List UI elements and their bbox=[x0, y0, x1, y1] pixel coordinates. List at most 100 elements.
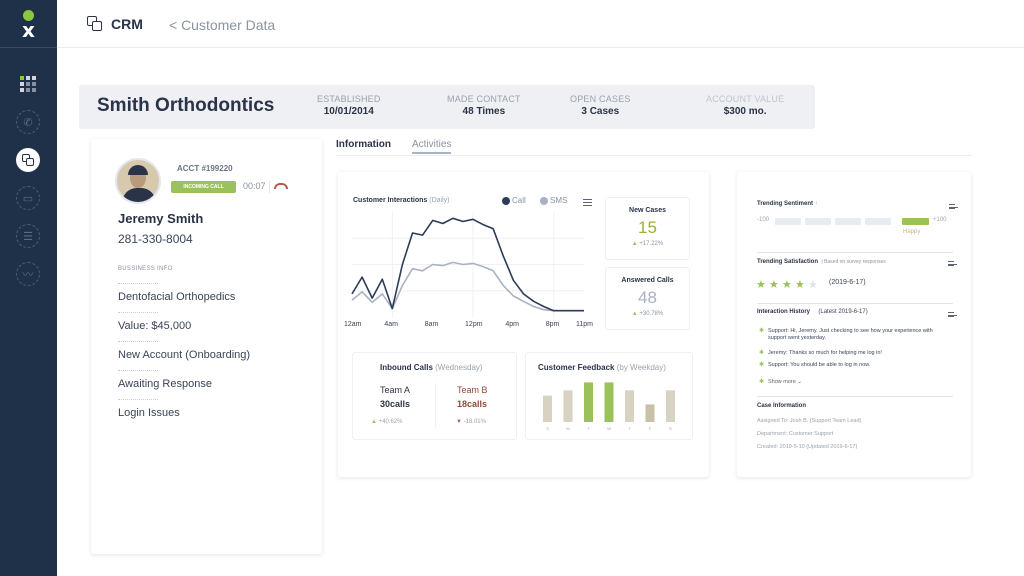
satisfaction-title: Trending Satisfaction | Based on survey … bbox=[757, 259, 886, 265]
case-assigned: Assigned To: Josh B. (Support Team Lead) bbox=[757, 418, 862, 424]
feedback-day-label: M bbox=[566, 426, 569, 431]
history-item: Support: Hi, Jeremy. Just checking to se… bbox=[759, 328, 949, 342]
sidebar-item-chat[interactable]: ▭ bbox=[16, 186, 40, 210]
stat-open-cases: OPEN CASES 3 Cases bbox=[570, 94, 631, 117]
sidebar-item-apps[interactable] bbox=[16, 72, 40, 96]
crm-icon bbox=[87, 16, 103, 32]
case-department: Department: Customer Support bbox=[757, 431, 834, 437]
section-label: CRM bbox=[111, 16, 143, 32]
business-item: Awaiting Response bbox=[118, 370, 212, 390]
list-icon: ☰ bbox=[23, 230, 33, 243]
stat-account-value: ACCOUNT VALUE $300 mo. bbox=[706, 94, 785, 117]
team-b: Team B 18calls bbox=[457, 385, 488, 409]
x-tick-label: 8am bbox=[424, 321, 439, 328]
tab-bar: Information Activities bbox=[336, 139, 972, 156]
feedback-day-label: S bbox=[669, 426, 672, 431]
star-empty-icon[interactable]: ★ bbox=[808, 278, 818, 291]
series-line-sms bbox=[351, 261, 584, 312]
top-bar: CRM < Customer Data bbox=[57, 0, 1024, 48]
logo-mark: x bbox=[22, 18, 35, 42]
sentiment-segment bbox=[775, 218, 801, 225]
sentiment-min: -100 bbox=[757, 217, 770, 223]
divider bbox=[269, 181, 270, 193]
sentiment-segment bbox=[805, 218, 831, 225]
feedback-bar bbox=[584, 382, 593, 422]
chart-menu-icon[interactable] bbox=[583, 199, 592, 206]
feedback-day-label: F bbox=[649, 426, 652, 431]
contact-card: ACCT #199220 INCOMING CALL 00:07 Jeremy … bbox=[91, 139, 322, 554]
sidebar-item-crm[interactable] bbox=[16, 148, 40, 172]
sidebar-item-list[interactable]: ☰ bbox=[16, 224, 40, 248]
star-filled-icon[interactable]: ★ bbox=[795, 278, 805, 291]
team-a-trend: ▲ +40.62% bbox=[371, 419, 403, 425]
star-filled-icon[interactable]: ★ bbox=[782, 278, 792, 291]
inbound-calls-card: Inbound Calls (Wednesday) Team A 30calls … bbox=[352, 352, 517, 440]
x-tick-label: 12am bbox=[344, 321, 362, 328]
feedback-bar-chart: SMTWTFS bbox=[543, 382, 675, 431]
legend-call[interactable]: Call bbox=[502, 196, 526, 205]
star-filled-icon[interactable]: ★ bbox=[756, 278, 766, 291]
tab-information[interactable]: Information bbox=[336, 139, 391, 150]
feedback-day-label: S bbox=[546, 426, 549, 431]
activities-panel: Customer Interactions (Daily) Call SMS 1… bbox=[338, 172, 709, 477]
hang-up-icon[interactable] bbox=[274, 183, 288, 189]
kpi-new-cases: New Cases 15 ▲ +17.22% bbox=[605, 197, 690, 260]
divider bbox=[757, 303, 953, 304]
sidebar-divider bbox=[0, 47, 57, 48]
case-info-title: Case Information bbox=[757, 403, 807, 409]
x-tick-label: 4am bbox=[384, 321, 398, 328]
chat-icon: ▭ bbox=[22, 192, 34, 205]
feedback-day-label: W bbox=[607, 426, 611, 431]
feedback-bar bbox=[666, 390, 675, 422]
phone-icon: ✆ bbox=[23, 116, 33, 129]
contact-phone: 281-330-8004 bbox=[118, 232, 193, 246]
x-tick-label: 12pm bbox=[465, 321, 483, 328]
history-menu-icon[interactable] bbox=[948, 312, 957, 317]
feedback-day-label: T bbox=[587, 426, 590, 431]
satisfaction-menu-icon[interactable] bbox=[948, 261, 957, 266]
history-title: Interaction History (Latest 2019-6-17) bbox=[757, 309, 868, 315]
sidebar-item-analytics[interactable]: 〰 bbox=[16, 262, 40, 286]
crm-icon bbox=[22, 154, 34, 166]
app-logo[interactable]: x bbox=[0, 0, 57, 48]
call-timer: 00:07 bbox=[243, 181, 266, 191]
star-filled-icon[interactable]: ★ bbox=[769, 278, 779, 291]
grid-icon bbox=[20, 76, 36, 92]
interactions-line-chart bbox=[351, 212, 584, 317]
breadcrumb-back[interactable]: < Customer Data bbox=[169, 17, 275, 33]
feedback-bar bbox=[604, 382, 614, 422]
sentiment-max: +100 bbox=[933, 217, 947, 223]
sentiment-current: Happy bbox=[903, 229, 921, 235]
divider bbox=[757, 252, 953, 253]
business-info-label: BUSSINESS INFO bbox=[118, 266, 173, 272]
sentiment-menu-icon[interactable] bbox=[949, 204, 958, 209]
analytics-icon: 〰 bbox=[22, 269, 34, 281]
feedback-bar bbox=[645, 404, 655, 422]
show-more-link[interactable]: Show more ⌄ bbox=[759, 379, 949, 386]
history-item: Jeremy: Thanks so much for helping me lo… bbox=[759, 350, 949, 357]
case-created: Created: 2019-5-10 (Updated 2019-6-17) bbox=[757, 444, 858, 450]
sentiment-segment bbox=[835, 218, 861, 225]
team-a: Team A 30calls bbox=[380, 385, 411, 409]
sentiment-title: Trending Sentiment ↑ bbox=[757, 201, 818, 207]
history-item: Support: You should be able to log in no… bbox=[759, 362, 949, 369]
legend-sms-swatch bbox=[540, 196, 548, 205]
team-b-trend: ▼ -18.01% bbox=[456, 419, 486, 425]
sentiment-segment-active bbox=[902, 218, 929, 225]
x-tick-label: 8pm bbox=[545, 321, 560, 328]
customer-feedback-card: Customer Feedback (by Weekday) SMTWTFS bbox=[525, 352, 693, 440]
stat-made-contact: MADE CONTACT 48 Times bbox=[447, 94, 521, 117]
sidebar-item-phone[interactable]: ✆ bbox=[16, 110, 40, 134]
business-item: New Account (Onboarding) bbox=[118, 341, 251, 361]
business-item: Dentofacial Orthopedics bbox=[118, 283, 236, 303]
kpi-answered-calls: Answered Calls 48 ▲ +30.78% bbox=[605, 267, 690, 330]
feedback-day-label: T bbox=[628, 426, 631, 431]
legend-sms[interactable]: SMS bbox=[540, 196, 567, 205]
contact-name: Jeremy Smith bbox=[118, 211, 204, 226]
tab-activities[interactable]: Activities bbox=[412, 139, 452, 154]
x-tick-label: 11pm bbox=[576, 321, 593, 328]
sidebar: x ✆ ▭ ☰ 〰 bbox=[0, 0, 57, 576]
section-title[interactable]: CRM bbox=[87, 16, 143, 32]
account-header: Smith Orthodontics ESTABLISHED 10/01/201… bbox=[79, 85, 815, 129]
satisfaction-date: (2019-6-17) bbox=[829, 279, 866, 286]
